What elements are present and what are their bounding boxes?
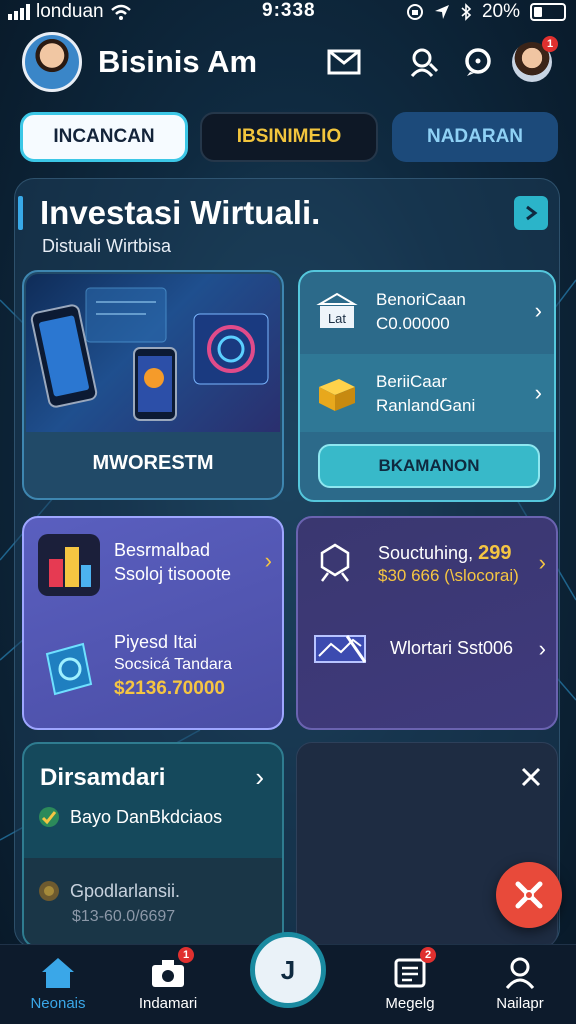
profile-avatar[interactable]: 1 — [512, 36, 558, 82]
chevron-right-icon: › — [534, 380, 542, 405]
search-person-icon[interactable] — [406, 44, 442, 80]
pin-icon — [312, 540, 358, 586]
app-header: Bisinis Am 1 — [0, 30, 576, 96]
signal-icon — [8, 4, 30, 20]
chevron-right-icon: › — [534, 298, 542, 323]
card-chart-icon — [312, 626, 368, 672]
teal-card-item-label: Bayo DanBkdciaos — [70, 806, 223, 827]
teal-card-item[interactable]: Bayo DanBkdciaos — [38, 806, 222, 828]
chart-document-icon — [38, 638, 100, 700]
clock: 9:338 — [262, 0, 316, 21]
purple-card-left: Besrmalbad Ssoloj tisooote › Piyesd Itai… — [22, 516, 284, 730]
list-item-title: Piyesd Itai — [114, 632, 198, 652]
nav-label: Neonais — [30, 995, 86, 1012]
status-right: 20% — [406, 1, 566, 23]
tab-nadaran[interactable]: NADARAN — [392, 112, 558, 162]
list-item[interactable]: Wlortari Sst006 › — [312, 622, 548, 682]
purple-card-right: Souctuhing, 299 $30 666 (\slocorai) › Wl… — [296, 516, 558, 730]
document-icon: 2 — [390, 947, 436, 993]
nav-label: Megelg — [385, 995, 435, 1012]
carrier-group: londuan — [8, 1, 132, 23]
teal-card-item-label: Gpodlarlansii. — [70, 880, 181, 901]
teal-card-item-value: $13-60.0/6697 — [72, 908, 176, 925]
list-item-title: BeriiCaar — [376, 372, 447, 391]
chevron-right-icon: › — [538, 550, 546, 575]
teal-card-title: Dirsamdari — [40, 764, 166, 791]
carrier-name: londuan — [36, 1, 104, 22]
location-icon — [434, 5, 449, 19]
chevron-right-icon: › — [264, 548, 272, 573]
tab-ibsinimeio[interactable]: IBSINIMEIO — [200, 112, 378, 162]
notification-badge: 2 — [420, 947, 436, 963]
building-icon-text: Lat — [328, 311, 346, 326]
battery-icon — [530, 3, 566, 21]
teal-card-item[interactable]: Gpodlarlansii. — [38, 880, 180, 902]
building-icon: Lat — [314, 288, 360, 334]
list-item-title-text: Souctuhing, — [378, 543, 474, 563]
list-item-subtitle: Ssoloj tisooote — [114, 564, 232, 584]
action-button[interactable]: BKAMANON — [318, 444, 540, 488]
list-item-amount: $30 666 (\slocorai) — [378, 566, 519, 585]
list-item-title: Besrmalbad — [114, 540, 211, 560]
camera-icon: 1 — [148, 947, 194, 993]
nav-label: Nailapr — [496, 995, 544, 1012]
close-icon[interactable] — [521, 767, 541, 787]
list-item-value: C0.00000 — [376, 314, 450, 333]
nav-item-camera[interactable]: 1 Indamari — [118, 947, 218, 1012]
list-card: Lat BenoriCaan C0.00000 › BeriiCaar Ranl… — [298, 270, 556, 502]
mail-icon[interactable] — [326, 44, 362, 80]
teal-card: Dirsamdari › Bayo DanBkdciaos Gpodlarlan… — [22, 742, 284, 948]
section-subtitle: Distuali Wirtbisa — [42, 236, 172, 256]
chevron-right-icon[interactable]: › — [255, 762, 264, 793]
notification-badge: 1 — [542, 36, 558, 52]
list-item-value: RanlandGani — [376, 396, 476, 415]
list-item[interactable]: Piyesd Itai Socsicá Tandara $2136.70000 — [38, 630, 274, 720]
notification-badge: 1 — [178, 947, 194, 963]
avatar[interactable] — [22, 32, 82, 92]
coin-icon — [39, 881, 59, 901]
status-bar: londuan 9:338 20% — [0, 0, 576, 26]
floating-action-button[interactable] — [496, 862, 562, 928]
gold-box-icon — [314, 370, 360, 416]
list-item-subtitle: Socsicá Tandara — [114, 656, 232, 673]
list-item-title: Souctuhing, 299 — [378, 542, 511, 565]
chevron-right-icon — [526, 205, 538, 221]
coins-icon — [38, 534, 100, 596]
check-icon — [39, 807, 59, 827]
person-icon — [500, 953, 540, 993]
list-item-highlight: 299 — [478, 542, 512, 564]
teal-card-lower — [24, 858, 282, 946]
app-title: Bisinis Am — [98, 44, 258, 79]
feature-card-label: MWORESTM — [92, 452, 214, 474]
nav-item-profile[interactable]: Nailapr — [470, 953, 570, 1012]
center-action-button[interactable]: J — [250, 932, 326, 1008]
tab-incancan[interactable]: INCANCAN — [20, 112, 188, 162]
lock-rotation-icon — [406, 4, 423, 20]
section-arrow-button[interactable] — [514, 196, 548, 230]
nav-item-messages[interactable]: 2 Megelg — [360, 947, 460, 1012]
section-accent-bar — [18, 196, 23, 230]
list-item[interactable]: BeriiCaar RanlandGani › — [314, 366, 544, 426]
list-item[interactable]: Besrmalbad Ssoloj tisooote › — [38, 534, 274, 596]
chat-icon[interactable] — [460, 44, 496, 80]
list-item-amount: $2136.70000 — [114, 678, 225, 699]
cross-tools-icon — [515, 881, 543, 909]
home-icon — [38, 953, 78, 993]
nav-label: Indamari — [138, 995, 198, 1012]
section-title: Investasi Wirtuali. — [40, 194, 321, 231]
bluetooth-icon — [461, 3, 472, 21]
list-item-title: BenoriCaan — [376, 290, 466, 309]
feature-card[interactable]: MWORESTM — [22, 270, 284, 500]
list-item-title: Wlortari Sst006 — [390, 638, 514, 658]
chevron-right-icon: › — [538, 636, 546, 661]
investment-illustration — [26, 274, 280, 432]
list-item[interactable]: Lat BenoriCaan C0.00000 › — [314, 284, 544, 344]
battery-percent: 20% — [481, 1, 520, 22]
segmented-tabs: INCANCAN IBSINIMEIO NADARAN — [0, 112, 576, 164]
wifi-icon — [110, 4, 131, 20]
list-item[interactable]: Souctuhing, 299 $30 666 (\slocorai) › — [312, 536, 548, 596]
nav-item-home[interactable]: Neonais — [8, 953, 108, 1012]
